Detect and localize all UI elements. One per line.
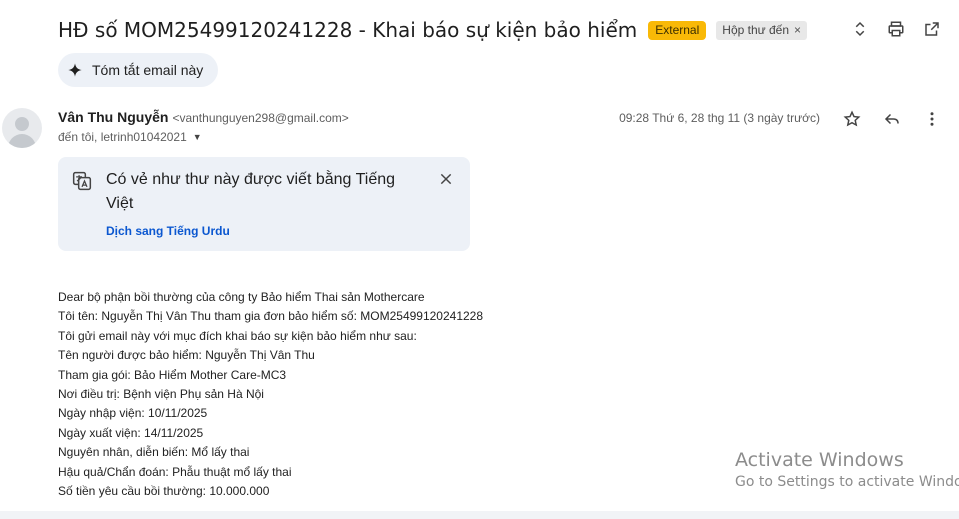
avatar-head-shape xyxy=(15,117,29,131)
message-timestamp: 09:28 Thứ 6, 28 thg 11 (3 ngày trước) xyxy=(619,111,820,125)
translate-icon xyxy=(72,171,92,191)
translate-message: Có vẻ như thư này được viết bằng Tiếng V… xyxy=(106,171,396,212)
sender-name[interactable]: Vân Thu Nguyễn xyxy=(58,109,168,125)
sender-avatar[interactable] xyxy=(2,108,42,148)
recipients-text: đến tôi, letrinh01042021 xyxy=(58,130,187,144)
body-line: Ngày xuất viện: 14/11/2025 xyxy=(58,425,204,440)
summarize-email-label: Tóm tắt email này xyxy=(92,62,204,78)
avatar-body-shape xyxy=(8,134,36,148)
print-icon[interactable] xyxy=(887,18,905,40)
summarize-email-button[interactable]: Tóm tắt email này xyxy=(58,53,219,87)
body-line: Ngày nhập viện: 10/11/2025 xyxy=(58,406,208,421)
reply-icon[interactable] xyxy=(883,108,901,130)
inbox-label-badge[interactable]: Hộp thư đến × xyxy=(716,20,808,40)
subject-row: HĐ số MOM25499120241228 - Khai báo sự ki… xyxy=(58,14,808,46)
sender-info: Vân Thu Nguyễn <vanthunguyen298@gmail.co… xyxy=(58,109,349,125)
body-line: Nơi điều trị: Bệnh viện Phụ sản Hà Nội xyxy=(58,387,264,402)
translate-card: Có vẻ như thư này được viết bằng Tiếng V… xyxy=(58,157,470,251)
top-actions xyxy=(851,18,941,40)
external-label-badge: External xyxy=(648,20,707,40)
email-subject: HĐ số MOM25499120241228 - Khai báo sự ki… xyxy=(58,18,638,42)
body-line: Tên người được bảo hiểm: Nguyễn Thị Vân … xyxy=(58,348,315,363)
expand-collapse-icon[interactable] xyxy=(851,18,869,40)
body-line: Số tiền yêu cầu bồi thường: 10.000.000 xyxy=(58,484,270,499)
body-line: Dear bộ phận bồi thường của công ty Bảo … xyxy=(58,290,425,304)
watermark-subtitle: Go to Settings to activate Windows. xyxy=(735,474,959,490)
close-icon[interactable] xyxy=(438,171,454,187)
bottom-scroll-area xyxy=(0,511,959,519)
recipient-details-dropdown-icon[interactable]: ▼ xyxy=(193,132,202,142)
watermark-title: Activate Windows xyxy=(735,449,904,471)
email-body: Dear bộ phận bồi thường của công ty Bảo … xyxy=(58,288,483,501)
body-line: Tham gia gói: Bảo Hiểm Mother Care-MC3 xyxy=(58,367,287,382)
more-vert-icon[interactable] xyxy=(923,108,941,130)
inbox-label-text: Hộp thư đến xyxy=(722,23,790,37)
body-line: Hậu quả/Chẩn đoán: Phẫu thuật mổ lấy tha… xyxy=(58,464,292,479)
star-icon[interactable] xyxy=(843,108,861,130)
sparkle-icon xyxy=(68,63,82,77)
open-in-new-window-icon[interactable] xyxy=(923,18,941,40)
sender-email: <vanthunguyen298@gmail.com> xyxy=(172,111,349,125)
message-actions xyxy=(843,108,941,130)
body-line: Nguyên nhân, diễn biến: Mổ lấy thai xyxy=(58,445,250,460)
body-line: Tôi tên: Nguyễn Thị Vân Thu tham gia đơn… xyxy=(58,309,484,324)
body-line: Tôi gửi email này với mục đích khai báo … xyxy=(58,328,417,343)
windows-activation-watermark: Activate Windows Go to Settings to activ… xyxy=(735,449,959,490)
recipients-line: đến tôi, letrinh01042021 ▼ xyxy=(58,130,202,144)
translate-link[interactable]: Dịch sang Tiếng Urdu xyxy=(106,224,230,238)
remove-label-icon[interactable]: × xyxy=(794,23,801,37)
